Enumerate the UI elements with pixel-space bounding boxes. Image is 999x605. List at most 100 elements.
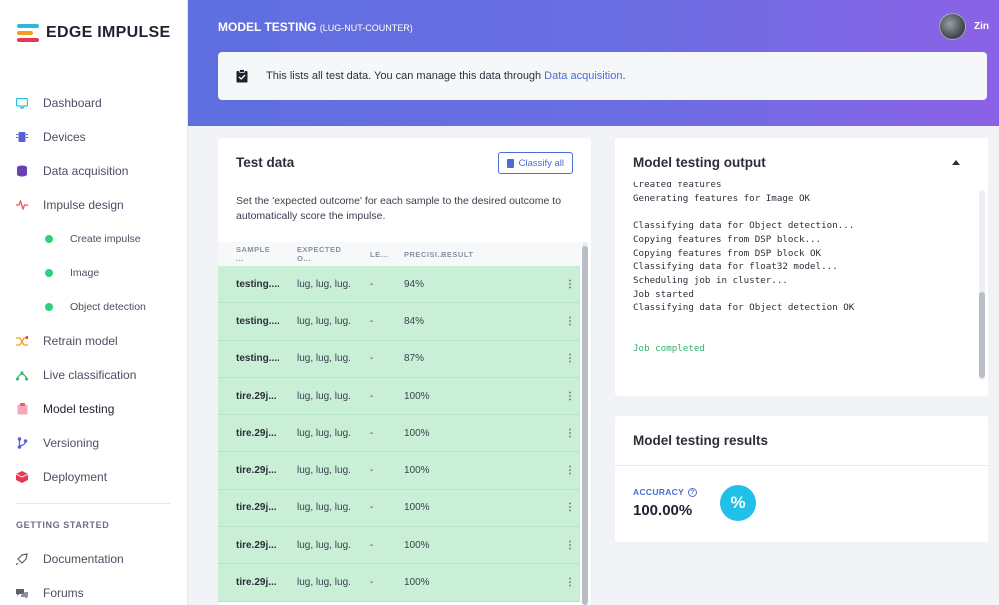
classify-all-label: Classify all bbox=[518, 157, 564, 169]
table-row[interactable]: testing.... lug, lug, lug... - 94% ⋮ bbox=[218, 266, 580, 304]
row-menu-icon[interactable]: ⋮ bbox=[560, 428, 580, 439]
table-row[interactable]: tire.29j... lug, lug, lug... - 100% ⋮ bbox=[218, 452, 580, 490]
status-dot-icon bbox=[45, 303, 53, 311]
section-heading: GETTING STARTED bbox=[16, 520, 110, 530]
sidebar-item-devices[interactable]: Devices bbox=[0, 120, 188, 154]
table-body: testing.... lug, lug, lug... - 94% ⋮ tes… bbox=[218, 266, 580, 602]
sidebar-item-retrain-model[interactable]: Retrain model bbox=[0, 324, 188, 358]
page-title: MODEL TESTING (LUG-NUT-COUNTER) bbox=[218, 20, 413, 34]
row-menu-icon[interactable]: ⋮ bbox=[560, 465, 580, 476]
row-menu-icon[interactable]: ⋮ bbox=[560, 391, 580, 402]
sidebar-subitem-create-impulse[interactable]: Create impulse bbox=[0, 222, 188, 256]
log-line: Generating features for Image OK bbox=[633, 192, 811, 204]
log-line: Copying features from DSP block OK bbox=[633, 247, 822, 259]
precision: 100% bbox=[404, 577, 430, 589]
result bbox=[441, 316, 560, 327]
collapse-icon[interactable] bbox=[952, 160, 960, 165]
scrollbar-thumb[interactable] bbox=[979, 292, 985, 378]
user-menu[interactable]: Zin bbox=[939, 13, 989, 40]
sidebar-item-forums[interactable]: Forums bbox=[0, 576, 188, 605]
row-menu-icon[interactable]: ⋮ bbox=[560, 353, 580, 364]
sidebar-item-documentation[interactable]: Documentation bbox=[0, 542, 188, 576]
sidebar-item-label: Retrain model bbox=[43, 334, 118, 348]
row-menu-icon[interactable]: ⋮ bbox=[560, 279, 580, 290]
results-title: Model testing results bbox=[633, 433, 769, 448]
accuracy-label: ACCURACY ? bbox=[633, 487, 698, 497]
result bbox=[441, 502, 560, 513]
result bbox=[441, 279, 560, 290]
table-row[interactable]: tire.29j... lug, lug, lug... - 100% ⋮ bbox=[218, 564, 580, 602]
avatar bbox=[939, 13, 966, 40]
table-row[interactable]: testing.... lug, lug, lug... - 87% ⋮ bbox=[218, 340, 580, 378]
output-scrollbar[interactable] bbox=[979, 190, 985, 380]
row-menu-icon[interactable]: ⋮ bbox=[560, 540, 580, 551]
sample-name: tire.29j... bbox=[236, 465, 277, 477]
table-scrollbar[interactable] bbox=[582, 242, 588, 605]
log-line: Job started bbox=[633, 288, 694, 300]
sidebar-subitem-image[interactable]: Image bbox=[0, 256, 188, 290]
sidebar-subitem-object-detection[interactable]: Object detection bbox=[0, 290, 188, 324]
sidebar-item-label: Deployment bbox=[43, 470, 108, 484]
output-title: Model testing output bbox=[633, 155, 766, 170]
row-menu-icon[interactable]: ⋮ bbox=[560, 577, 580, 588]
sidebar-item-live-classification[interactable]: Live classification bbox=[0, 358, 188, 392]
table-row[interactable]: testing.... lug, lug, lug... - 84% ⋮ bbox=[218, 303, 580, 341]
column-header-expected[interactable]: EXPECTED O... bbox=[279, 245, 351, 263]
user-name: Zin bbox=[974, 21, 989, 32]
rocket-icon bbox=[16, 553, 28, 565]
box-icon bbox=[16, 471, 28, 483]
column-header-result[interactable]: RESULT bbox=[441, 250, 581, 259]
shuffle-icon bbox=[16, 335, 28, 347]
column-header-precision[interactable]: PRECISI... bbox=[387, 250, 445, 259]
precision: 87% bbox=[404, 353, 425, 365]
chip-icon bbox=[16, 131, 28, 143]
sample-name: tire.29j... bbox=[236, 577, 277, 589]
sidebar-item-label: Live classification bbox=[43, 368, 137, 382]
table-row[interactable]: tire.29j... lug, lug, lug... - 100% ⋮ bbox=[218, 489, 580, 528]
table-row[interactable]: tire.29j... lug, lug, lug... - 100% ⋮ bbox=[218, 415, 580, 453]
clipboard-check-icon bbox=[236, 69, 248, 83]
column-header-sample[interactable]: SAMPLE ... bbox=[218, 245, 279, 263]
help-icon[interactable]: ? bbox=[688, 487, 698, 497]
log-line: Scheduling job in cluster... bbox=[633, 274, 788, 286]
model-testing-output-panel: Model testing output Created features Gen… bbox=[615, 138, 988, 396]
sidebar-item-versioning[interactable]: Versioning bbox=[0, 426, 188, 460]
sidebar-item-data-acquisition[interactable]: Data acquisition bbox=[0, 154, 188, 188]
table-row[interactable]: tire.29j... lug, lug, lug... - 100% ⋮ bbox=[218, 377, 580, 416]
logo[interactable]: EDGE IMPULSE bbox=[17, 24, 171, 42]
classify-all-button[interactable]: Classify all bbox=[497, 152, 573, 174]
expected-outcome: lug, lug, lug... bbox=[297, 427, 351, 439]
sidebar-item-dashboard[interactable]: Dashboard bbox=[0, 86, 188, 120]
scrollbar-thumb[interactable] bbox=[582, 246, 588, 605]
sidebar-item-impulse-design[interactable]: Impulse design bbox=[0, 188, 188, 222]
monitor-icon bbox=[16, 97, 28, 109]
table-row[interactable]: tire.29j... lug, lug, lug... - 100% ⋮ bbox=[218, 527, 580, 565]
column-header-length[interactable]: LE... bbox=[351, 250, 388, 259]
sidebar-nav: Dashboard Devices Data acquisition Impul… bbox=[0, 86, 188, 494]
sidebar-item-label: Forums bbox=[43, 586, 84, 600]
length: - bbox=[370, 390, 374, 402]
row-menu-icon[interactable]: ⋮ bbox=[560, 316, 580, 327]
result bbox=[441, 391, 560, 402]
sidebar: EDGE IMPULSE Dashboard Devices Data acqu… bbox=[0, 0, 188, 605]
accuracy-label-text: ACCURACY bbox=[633, 487, 685, 497]
project-name: (LUG-NUT-COUNTER) bbox=[319, 23, 413, 33]
page-title-text: MODEL TESTING bbox=[218, 20, 317, 34]
sample-name: testing.... bbox=[236, 315, 279, 327]
logo-icon bbox=[17, 24, 39, 42]
expected-outcome: lug, lug, lug... bbox=[297, 465, 351, 477]
result bbox=[441, 428, 560, 439]
log-line: Classifying data for Object detection... bbox=[633, 220, 855, 232]
expected-outcome: lug, lug, lug... bbox=[297, 353, 351, 365]
output-log: Created features Generating features for … bbox=[633, 182, 968, 378]
sidebar-item-label: Dashboard bbox=[43, 96, 102, 110]
row-menu-icon[interactable]: ⋮ bbox=[560, 502, 580, 513]
sidebar-item-deployment[interactable]: Deployment bbox=[0, 460, 188, 494]
length: - bbox=[370, 278, 374, 290]
data-acquisition-link[interactable]: Data acquisition bbox=[544, 70, 622, 82]
status-dot-icon bbox=[45, 235, 53, 243]
sidebar-item-model-testing[interactable]: Model testing bbox=[0, 392, 188, 426]
sidebar-item-label: Model testing bbox=[43, 402, 115, 416]
